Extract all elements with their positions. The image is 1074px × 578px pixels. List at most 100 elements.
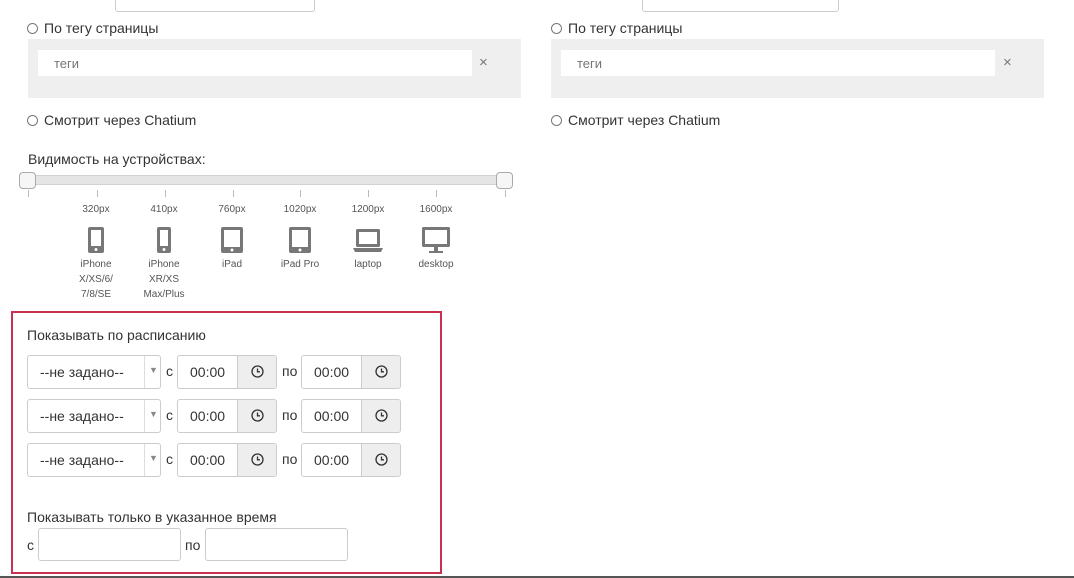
- radio-button[interactable]: [551, 114, 562, 126]
- clock-button[interactable]: [361, 444, 400, 476]
- time-value: 00:00: [190, 408, 226, 424]
- time-to-input[interactable]: 00:00: [301, 443, 401, 477]
- device-name: desktop: [418, 259, 454, 270]
- day-select[interactable]: --не задано-- ▼: [27, 399, 161, 433]
- radio-label: По тегу страницы: [44, 20, 159, 36]
- left-radio-chatium[interactable]: Смотрит через Chatium: [27, 112, 196, 128]
- device-width: 410px: [150, 204, 178, 215]
- slider-tick: [436, 190, 437, 197]
- only-from-label: с: [27, 537, 34, 553]
- only-to-label: по: [185, 537, 201, 553]
- chevron-down-icon: ▼: [149, 453, 158, 463]
- clock-button[interactable]: [361, 400, 400, 432]
- device-width: 1200px: [351, 204, 385, 215]
- device-item-iphone-small: 320px iPhone X/XS/6/ 7/8/SE: [66, 202, 126, 302]
- right-tags-input[interactable]: [561, 50, 995, 76]
- time-to-input[interactable]: 00:00: [301, 355, 401, 389]
- day-select[interactable]: --не задано-- ▼: [27, 443, 161, 477]
- time-value: 00:00: [190, 452, 226, 468]
- time-value: 00:00: [314, 452, 350, 468]
- device-name: iPhone X/XS/6/ 7/8/SE: [79, 259, 113, 300]
- schedule-title: Показывать по расписанию: [27, 327, 206, 343]
- device-width: 760px: [218, 204, 246, 215]
- device-item-desktop: 1600px desktop: [406, 202, 466, 272]
- radio-button[interactable]: [551, 22, 562, 34]
- radio-label: По тегу страницы: [568, 20, 683, 36]
- desktop-icon: [422, 227, 450, 253]
- radio-button[interactable]: [27, 114, 38, 126]
- only-time-to-input[interactable]: [205, 528, 348, 561]
- clock-button[interactable]: [361, 356, 400, 388]
- clock-icon: [375, 365, 388, 378]
- clock-icon: [251, 453, 264, 466]
- only-time-title: Показывать только в указанное время: [27, 509, 277, 525]
- left-tags-input[interactable]: [38, 50, 472, 76]
- radio-label: Смотрит через Chatium: [568, 112, 721, 128]
- slider-tick: [28, 190, 29, 197]
- chevron-down-icon: ▼: [149, 365, 158, 375]
- slider-handle-max[interactable]: [496, 172, 513, 189]
- device-name: iPhone XR/XS Max/Plus: [143, 259, 185, 300]
- right-top-field[interactable]: [642, 0, 839, 12]
- devices-title: Видимость на устройствах:: [28, 151, 206, 167]
- from-label: с: [166, 363, 173, 379]
- slider-tick: [505, 190, 506, 197]
- device-width: 320px: [82, 204, 110, 215]
- clock-button[interactable]: [237, 400, 276, 432]
- device-name: iPad: [221, 259, 242, 270]
- slider-tick: [368, 190, 369, 197]
- device-name: laptop: [354, 259, 382, 270]
- time-from-input[interactable]: 00:00: [177, 355, 277, 389]
- tablet-icon: [289, 227, 311, 253]
- device-range-slider[interactable]: [27, 175, 505, 185]
- right-radio-page-tag[interactable]: По тегу страницы: [551, 20, 682, 36]
- to-label: по: [282, 363, 298, 379]
- time-from-input[interactable]: 00:00: [177, 399, 277, 433]
- day-select-value: --не задано--: [40, 452, 124, 468]
- phone-icon: [157, 227, 171, 253]
- clock-icon: [375, 409, 388, 422]
- left-tags-panel: ×: [28, 39, 521, 98]
- slider-tick: [97, 190, 98, 197]
- device-width: 1600px: [419, 204, 453, 215]
- radio-label: Смотрит через Chatium: [44, 112, 197, 128]
- time-from-input[interactable]: 00:00: [177, 443, 277, 477]
- left-top-field[interactable]: [115, 0, 315, 12]
- to-label: по: [282, 407, 298, 423]
- time-value: 00:00: [190, 364, 226, 380]
- slider-tick: [165, 190, 166, 197]
- slider-tick: [300, 190, 301, 197]
- select-divider: [144, 444, 145, 476]
- device-item-laptop: 1200px laptop: [338, 202, 398, 272]
- device-item-iphone-large: 410px iPhone XR/XS Max/Plus: [134, 202, 194, 302]
- to-label: по: [282, 451, 298, 467]
- left-radio-page-tag[interactable]: По тегу страницы: [27, 20, 158, 36]
- chevron-down-icon: ▼: [149, 409, 158, 419]
- day-select-value: --не задано--: [40, 364, 124, 380]
- device-item-ipad-pro: 1020px iPad Pro: [270, 202, 330, 272]
- device-name: iPad Pro: [280, 259, 320, 270]
- device-width: 1020px: [283, 204, 317, 215]
- clock-button[interactable]: [237, 444, 276, 476]
- slider-tick: [233, 190, 234, 197]
- clock-icon: [375, 453, 388, 466]
- from-label: с: [166, 407, 173, 423]
- only-time-from-input[interactable]: [38, 528, 181, 561]
- day-select-value: --не задано--: [40, 408, 124, 424]
- time-to-input[interactable]: 00:00: [301, 399, 401, 433]
- right-radio-chatium[interactable]: Смотрит через Chatium: [551, 112, 720, 128]
- clock-icon: [251, 409, 264, 422]
- clock-icon: [251, 365, 264, 378]
- device-item-ipad: 760px iPad: [202, 202, 262, 272]
- select-divider: [144, 400, 145, 432]
- select-divider: [144, 356, 145, 388]
- left-tags-clear-icon[interactable]: ×: [479, 53, 488, 73]
- right-tags-panel: ×: [551, 39, 1044, 98]
- right-tags-clear-icon[interactable]: ×: [1003, 53, 1012, 73]
- slider-handle-min[interactable]: [19, 172, 36, 189]
- time-value: 00:00: [314, 408, 350, 424]
- day-select[interactable]: --не задано-- ▼: [27, 355, 161, 389]
- clock-button[interactable]: [237, 356, 276, 388]
- tablet-icon: [221, 227, 243, 253]
- radio-button[interactable]: [27, 22, 38, 34]
